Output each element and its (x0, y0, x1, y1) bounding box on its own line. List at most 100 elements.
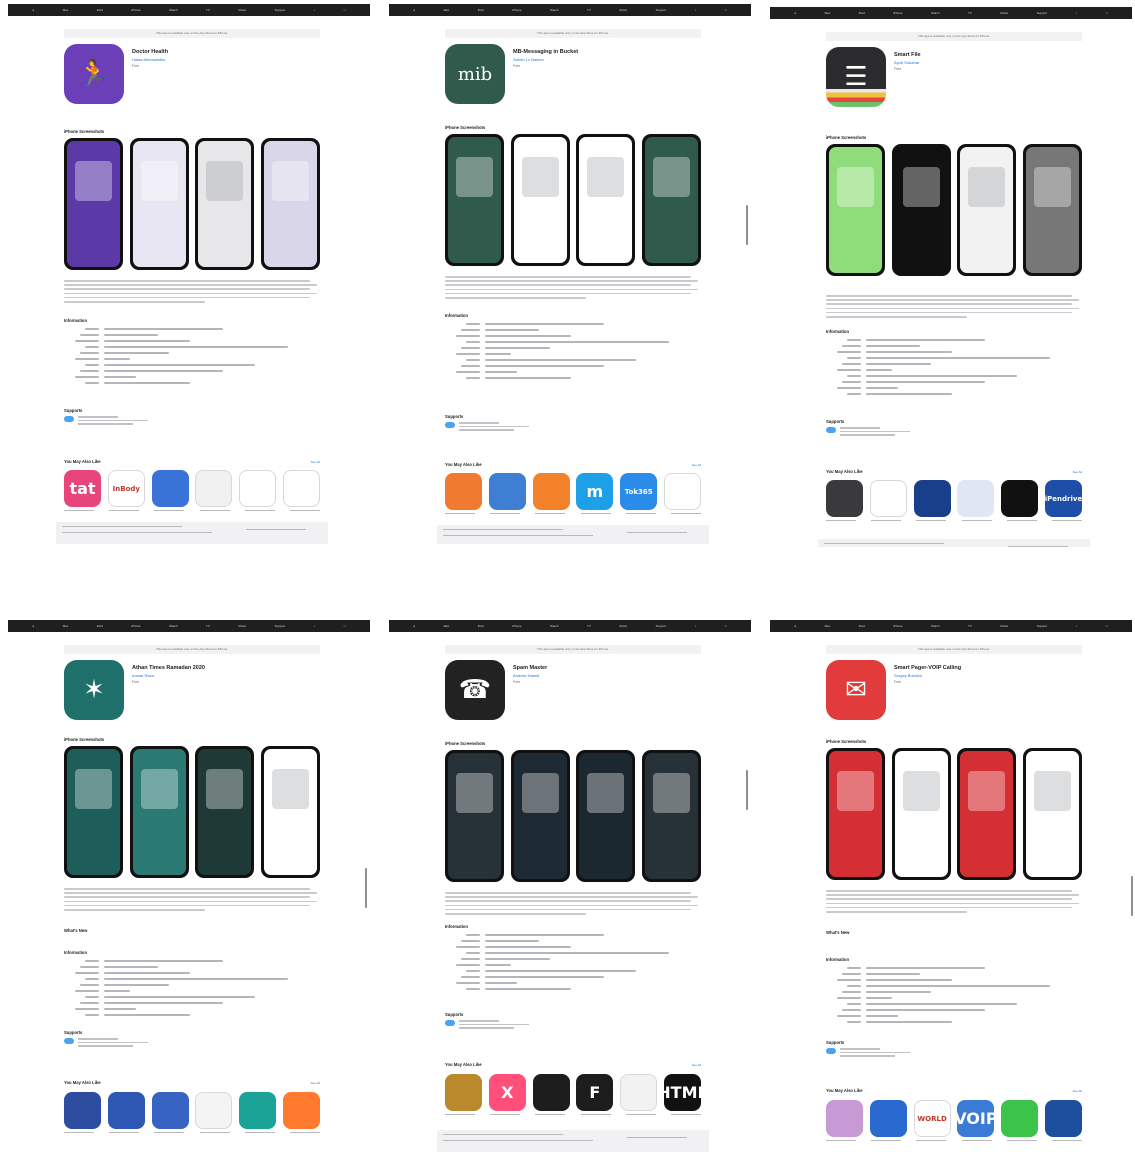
phone-screenshot[interactable] (445, 134, 504, 266)
apple-logo-icon[interactable]: ● (32, 620, 34, 632)
phone-screenshot[interactable] (957, 748, 1017, 880)
related-app-icon[interactable] (64, 1092, 101, 1129)
developer-link[interactable]: Andrew Hamdi (513, 673, 539, 678)
related-app-icon[interactable]: X (488, 1074, 526, 1111)
screenshot-carousel[interactable] (445, 750, 701, 882)
phone-screenshot[interactable] (260, 746, 320, 878)
related-app-icon[interactable] (913, 480, 951, 517)
related-app-icon[interactable]: tat (64, 470, 101, 507)
screenshot-carousel[interactable] (826, 144, 1082, 276)
screenshot-carousel[interactable] (64, 138, 320, 270)
phone-screenshot[interactable] (891, 748, 951, 880)
see-all-link[interactable]: See All (311, 1081, 320, 1085)
phone-screenshot[interactable] (445, 750, 504, 882)
apple-logo-icon[interactable]: ● (32, 4, 34, 16)
phone-screenshot[interactable] (195, 138, 255, 270)
related-app-icon[interactable] (869, 1100, 907, 1137)
phone-screenshot[interactable] (129, 138, 189, 270)
related-app-icon[interactable]: HTML (663, 1074, 701, 1111)
phone-screenshot[interactable] (195, 746, 255, 878)
related-app-icon[interactable] (282, 1092, 320, 1129)
phone-screenshot[interactable] (891, 144, 951, 276)
see-all-link[interactable]: See All (692, 463, 701, 467)
related-app-icon[interactable] (195, 1092, 233, 1129)
apple-logo-icon[interactable]: ● (413, 4, 415, 16)
phone-screenshot[interactable] (260, 138, 320, 270)
related-app-icon[interactable] (151, 470, 189, 507)
related-app-icon[interactable]: Tok365 (620, 473, 658, 510)
screenshot-carousel[interactable] (64, 746, 320, 878)
bag-icon[interactable]: □ (725, 620, 727, 632)
developer-link[interactable]: Haiaa Almowahiba (132, 57, 165, 62)
bag-icon[interactable]: □ (1106, 620, 1108, 632)
developer-link[interactable]: Saheb Lo Bakeer (513, 57, 544, 62)
scrollbar[interactable] (746, 205, 748, 245)
related-app-icon[interactable] (826, 480, 863, 517)
screenshot-image (1025, 147, 1079, 273)
related-app-icon[interactable] (532, 1074, 570, 1111)
screenshot-carousel[interactable] (445, 134, 701, 266)
related-app-icon[interactable]: F (576, 1074, 614, 1111)
screenshot-carousel[interactable] (826, 748, 1082, 880)
related-app-icon[interactable]: WORLD (913, 1100, 951, 1137)
phone-screenshot[interactable] (826, 144, 885, 276)
related-app-icon[interactable] (1044, 1100, 1082, 1137)
phone-screenshot[interactable] (576, 750, 636, 882)
see-all-link[interactable]: See All (1073, 470, 1082, 474)
phone-screenshot[interactable] (510, 134, 570, 266)
related-app-icon[interactable] (663, 473, 701, 510)
related-app-icon[interactable]: VOIP (957, 1100, 995, 1137)
phone-screenshot[interactable] (1022, 748, 1082, 880)
related-app-icon[interactable] (445, 1074, 482, 1111)
developer-link[interactable]: Anwar Raza (132, 673, 154, 678)
related-app-icon[interactable] (620, 1074, 658, 1111)
related-app-icon[interactable] (1001, 480, 1039, 517)
bag-icon[interactable]: □ (344, 620, 346, 632)
related-app-label: VOIP (957, 1109, 995, 1128)
apple-logo-icon[interactable]: ● (413, 620, 415, 632)
see-all-link[interactable]: See All (311, 460, 320, 464)
phone-screenshot[interactable] (510, 750, 570, 882)
also-like-heading: You May Also Like (445, 462, 482, 467)
related-app-icon[interactable] (445, 473, 482, 510)
info-value (866, 973, 1082, 975)
related-app-icon[interactable]: m (576, 473, 614, 510)
apple-logo-icon[interactable]: ● (794, 620, 796, 632)
related-app-icon[interactable] (532, 473, 570, 510)
phone-screenshot[interactable] (957, 144, 1017, 276)
info-key (445, 988, 485, 990)
bag-icon[interactable]: □ (1106, 7, 1108, 19)
developer-link[interactable]: Sergey Bushkin (894, 673, 922, 678)
scrollbar[interactable] (1131, 876, 1133, 916)
phone-screenshot[interactable] (64, 746, 123, 878)
related-app-icon[interactable]: InBody (107, 470, 145, 507)
related-app-icon[interactable] (869, 480, 907, 517)
related-app-icon[interactable] (488, 473, 526, 510)
scrollbar[interactable] (365, 868, 367, 908)
phone-screenshot[interactable] (641, 134, 701, 266)
info-key (445, 329, 485, 331)
related-app-icon[interactable] (195, 470, 233, 507)
scrollbar[interactable] (746, 770, 748, 810)
phone-screenshot[interactable] (641, 750, 701, 882)
bag-icon[interactable]: □ (344, 4, 346, 16)
phone-screenshot[interactable] (64, 138, 123, 270)
related-app-icon[interactable] (151, 1092, 189, 1129)
bag-icon[interactable]: □ (725, 4, 727, 16)
see-all-link[interactable]: See All (692, 1063, 701, 1067)
phone-screenshot[interactable] (1022, 144, 1082, 276)
related-app-icon[interactable] (282, 470, 320, 507)
related-app-icon[interactable] (239, 470, 277, 507)
related-app-icon[interactable] (957, 480, 995, 517)
phone-screenshot[interactable] (576, 134, 636, 266)
phone-screenshot[interactable] (826, 748, 885, 880)
phone-screenshot[interactable] (129, 746, 189, 878)
related-app-icon[interactable] (1001, 1100, 1039, 1137)
developer-link[interactable]: Ayub Sobahar (894, 60, 919, 65)
related-app-icon[interactable] (239, 1092, 277, 1129)
apple-logo-icon[interactable]: ● (794, 7, 796, 19)
related-app-icon[interactable] (826, 1100, 863, 1137)
see-all-link[interactable]: See All (1073, 1089, 1082, 1093)
related-app-icon[interactable] (107, 1092, 145, 1129)
related-app-icon[interactable]: iPendrive (1044, 480, 1082, 517)
